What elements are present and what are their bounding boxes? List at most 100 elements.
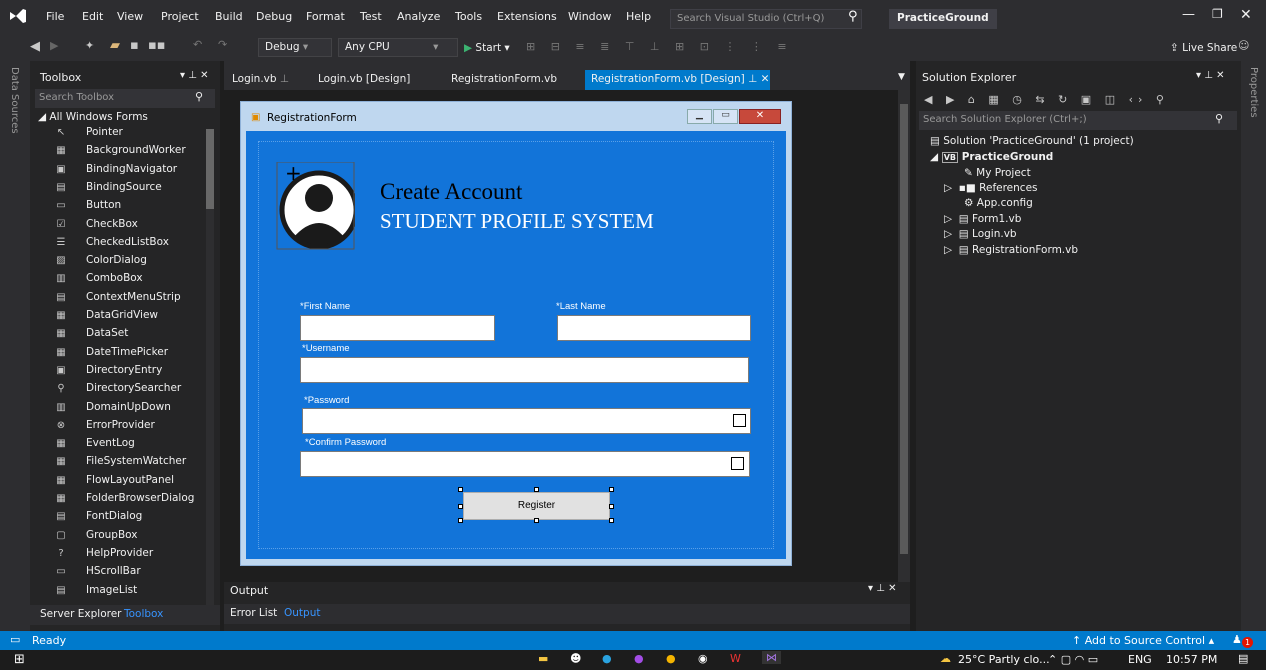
tab-overflow-icon[interactable]: ▼ bbox=[898, 72, 905, 82]
toolbox-item[interactable]: ☰ CheckedListBox bbox=[54, 236, 214, 254]
wps-icon[interactable]: W bbox=[730, 652, 741, 665]
toolbox-item[interactable]: ▦ DateTimePicker bbox=[54, 346, 214, 364]
live-share-button[interactable]: ⇪ Live Share bbox=[1170, 42, 1237, 54]
file-explorer-icon[interactable]: ▬ bbox=[538, 652, 548, 665]
toolbox-item[interactable]: ▭ Button bbox=[54, 199, 214, 217]
toolbox-item[interactable]: ▢ GroupBox bbox=[54, 529, 214, 547]
save-icon[interactable]: ▪ bbox=[130, 38, 139, 53]
toolbox-item[interactable]: ▤ ImageList bbox=[54, 584, 214, 602]
menu-extensions[interactable]: Extensions bbox=[497, 10, 557, 23]
pin-icon[interactable]: ⊥ bbox=[280, 73, 289, 85]
tab-registration-vb[interactable]: RegistrationForm.vb bbox=[445, 70, 563, 90]
tab-error-list[interactable]: Error List bbox=[230, 607, 277, 619]
tab-login-design[interactable]: Login.vb [Design] bbox=[312, 70, 416, 90]
toolbox-item[interactable]: ▦ DataSet bbox=[54, 327, 214, 345]
menu-build[interactable]: Build bbox=[215, 10, 243, 23]
menu-window[interactable]: Window bbox=[568, 10, 611, 23]
open-folder-icon[interactable]: ▰ bbox=[110, 38, 120, 53]
selection-handle[interactable] bbox=[458, 487, 463, 492]
undo-icon[interactable]: ↶ bbox=[193, 38, 202, 51]
toolbox-item[interactable]: ▨ ColorDialog bbox=[54, 254, 214, 272]
project-node[interactable]: ◢ VB PracticeGround bbox=[930, 151, 1053, 163]
toolbox-item[interactable]: ▭ HScrollBar bbox=[54, 565, 214, 583]
tree-item-registration-form[interactable]: ▷ ▤ RegistrationForm.vb bbox=[944, 244, 1078, 256]
menu-project[interactable]: Project bbox=[161, 10, 199, 23]
tree-item-app-config[interactable]: ⚙ App.config bbox=[964, 197, 1033, 209]
close-icon[interactable]: ✕ bbox=[1240, 7, 1252, 23]
add-to-source-control-button[interactable]: ↑ Add to Source Control ▴ bbox=[1072, 634, 1214, 647]
toolbox-item[interactable]: ⚲ DirectorySearcher bbox=[54, 382, 214, 400]
toolbox-item[interactable]: ? HelpProvider bbox=[54, 547, 214, 565]
feedback-icon[interactable]: ☺ bbox=[1238, 39, 1249, 52]
menu-tools[interactable]: Tools bbox=[455, 10, 482, 23]
toolbox-item[interactable]: ▣ DirectoryEntry bbox=[54, 364, 214, 382]
platform-dropdown[interactable]: Any CPU ▾ bbox=[338, 38, 458, 57]
menu-view[interactable]: View bbox=[117, 10, 143, 23]
username-field[interactable] bbox=[300, 357, 749, 383]
menu-help[interactable]: Help bbox=[626, 10, 651, 23]
first-name-field[interactable] bbox=[300, 315, 495, 341]
toolbox-item[interactable]: ▦ FileSystemWatcher bbox=[54, 455, 214, 473]
selection-handle[interactable] bbox=[609, 518, 614, 523]
tree-item-form1[interactable]: ▷ ▤ Form1.vb bbox=[944, 213, 1021, 225]
form-maximize-button[interactable]: ▭ bbox=[713, 109, 738, 124]
toolbox-item[interactable]: ▤ BindingSource bbox=[54, 181, 214, 199]
selection-handle[interactable] bbox=[458, 504, 463, 509]
language-indicator[interactable]: ENG bbox=[1128, 653, 1152, 666]
toolbox-item[interactable]: ▥ DomainUpDown bbox=[54, 401, 214, 419]
close-tab-icon[interactable]: ✕ bbox=[761, 73, 770, 85]
tab-output[interactable]: Output bbox=[284, 607, 320, 619]
register-button[interactable]: Register bbox=[463, 492, 610, 520]
notification-icon[interactable]: ♟ bbox=[1232, 633, 1242, 646]
selection-handle[interactable] bbox=[609, 487, 614, 492]
show-password-checkbox[interactable] bbox=[733, 414, 746, 427]
menu-file[interactable]: File bbox=[46, 10, 64, 23]
solution-search[interactable]: Search Solution Explorer (Ctrl+;) ⚲ bbox=[919, 111, 1237, 130]
tab-server-explorer[interactable]: Server Explorer bbox=[40, 608, 122, 620]
app-icon[interactable]: ◉ bbox=[698, 652, 708, 665]
chrome-icon[interactable]: ● bbox=[666, 652, 676, 665]
menu-edit[interactable]: Edit bbox=[82, 10, 103, 23]
redo-icon[interactable]: ↷ bbox=[218, 38, 227, 51]
pin-icon[interactable]: ▾ ⊥ ✕ bbox=[1196, 70, 1224, 81]
selection-handle[interactable] bbox=[534, 518, 539, 523]
minimize-icon[interactable]: — bbox=[1182, 7, 1195, 22]
messenger-icon[interactable]: ● bbox=[634, 652, 644, 665]
toolbox-item[interactable]: ▤ FontDialog bbox=[54, 510, 214, 528]
toolbox-item[interactable]: ⊗ ErrorProvider bbox=[54, 419, 214, 437]
search-icon[interactable]: ⚲ bbox=[848, 9, 858, 24]
toolbox-item[interactable]: ▦ FlowLayoutPanel bbox=[54, 474, 214, 492]
toolbox-item[interactable]: ▥ ComboBox bbox=[54, 272, 214, 290]
pin-icon[interactable]: ⊥ bbox=[748, 73, 757, 85]
tree-item-my-project[interactable]: ✎ My Project bbox=[964, 167, 1031, 179]
tab-registration-design[interactable]: RegistrationForm.vb [Design] ⊥ ✕ bbox=[585, 70, 770, 90]
toolbox-search[interactable]: Search Toolbox ⚲ bbox=[35, 89, 215, 108]
pin-icon[interactable]: ▾ ⊥ ✕ bbox=[868, 583, 896, 594]
selection-handle[interactable] bbox=[609, 504, 614, 509]
menu-analyze[interactable]: Analyze bbox=[397, 10, 440, 23]
menu-test[interactable]: Test bbox=[360, 10, 382, 23]
configuration-dropdown[interactable]: Debug ▾ bbox=[258, 38, 332, 57]
toolbox-item[interactable]: ☑ CheckBox bbox=[54, 218, 214, 236]
maximize-icon[interactable]: ❐ bbox=[1212, 7, 1223, 21]
selection-handle[interactable] bbox=[458, 518, 463, 523]
toolbox-group-header[interactable]: ◢ All Windows Forms bbox=[38, 111, 148, 123]
back-icon[interactable]: ◀ bbox=[30, 39, 40, 54]
start-button[interactable]: ▶ Start ▾ bbox=[464, 42, 510, 54]
scroll-thumb[interactable] bbox=[900, 104, 908, 554]
password-field[interactable] bbox=[302, 408, 751, 434]
designer-scrollbar[interactable] bbox=[898, 90, 910, 582]
clock[interactable]: 10:57 PM bbox=[1166, 653, 1217, 666]
toolbox-item[interactable]: ▦ DataGridView bbox=[54, 309, 214, 327]
toolbox-item[interactable]: ▦ FolderBrowserDialog bbox=[54, 492, 214, 510]
telegram-icon[interactable]: ● bbox=[602, 652, 612, 665]
tree-item-references[interactable]: ▷ ▪■ References bbox=[944, 182, 1038, 194]
forward-icon[interactable]: ▶ bbox=[50, 39, 58, 52]
discord-icon[interactable]: ☻ bbox=[570, 652, 581, 665]
new-project-icon[interactable]: ✦ bbox=[85, 39, 94, 52]
notifications-icon[interactable]: ▤ bbox=[1238, 652, 1248, 665]
show-confirm-password-checkbox[interactable] bbox=[731, 457, 744, 470]
tree-item-login[interactable]: ▷ ▤ Login.vb bbox=[944, 228, 1017, 240]
weather-text[interactable]: 25°C Partly clo... bbox=[958, 653, 1050, 666]
solution-root[interactable]: ▤ Solution 'PracticeGround' (1 project) bbox=[930, 135, 1134, 147]
